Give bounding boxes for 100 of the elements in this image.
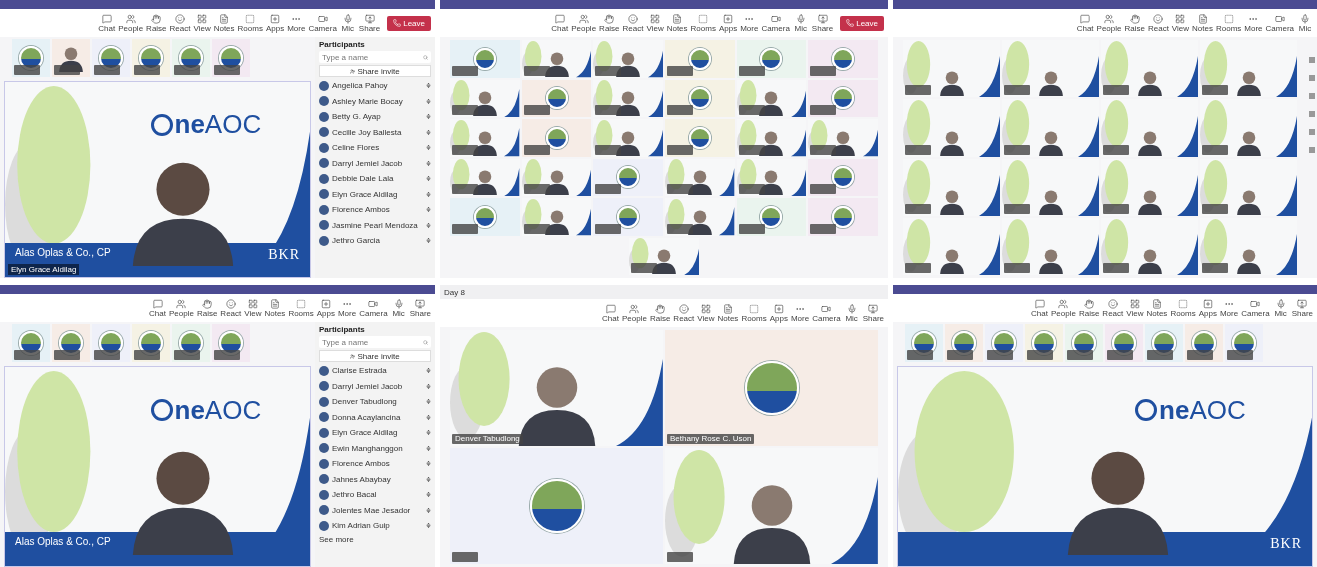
toolbar-button[interactable]: More: [790, 303, 810, 323]
video-tile[interactable]: [1200, 217, 1297, 275]
video-tile[interactable]: [1200, 99, 1297, 157]
toolbar-button[interactable]: Apps: [718, 13, 738, 33]
video-tile[interactable]: [808, 198, 878, 236]
toolbar-button[interactable]: More: [337, 298, 357, 318]
toolbar-button[interactable]: View: [1126, 298, 1144, 318]
participant-name[interactable]: Florence Ambos: [332, 459, 423, 469]
video-tile[interactable]: [736, 198, 807, 236]
video-tile[interactable]: [1002, 99, 1099, 157]
video-tile[interactable]: [1101, 158, 1198, 216]
toolbar-button[interactable]: More: [740, 13, 759, 33]
video-tile[interactable]: [903, 40, 1000, 98]
video-tile[interactable]: [593, 119, 663, 157]
participant-name[interactable]: Betty G. Ayap: [332, 112, 423, 122]
participant-thumbnail[interactable]: [212, 39, 250, 77]
video-tile[interactable]: [665, 198, 735, 236]
participant-name[interactable]: Elyn Grace Aldilag: [332, 428, 423, 438]
video-tile[interactable]: [1101, 99, 1198, 157]
toolbar-button[interactable]: Chat: [602, 303, 619, 323]
video-tile[interactable]: [450, 40, 520, 78]
video-tile[interactable]: [665, 40, 735, 78]
video-tile[interactable]: [450, 198, 520, 236]
toolbar-button[interactable]: Mic: [1297, 13, 1313, 33]
video-tile[interactable]: [808, 40, 878, 78]
video-tile[interactable]: [521, 40, 592, 78]
participant-thumbnail[interactable]: [1065, 324, 1103, 362]
participant-name[interactable]: Jasmine Pearl Mendoza: [332, 220, 423, 230]
toolbar-button[interactable]: Rooms: [690, 13, 716, 33]
toolbar-button[interactable]: People: [118, 13, 144, 33]
toolbar-button[interactable]: React: [220, 298, 242, 318]
toolbar-button[interactable]: Camera: [359, 298, 388, 318]
participant-name[interactable]: Jahnes Abaybay: [332, 474, 423, 484]
video-tile[interactable]: [1002, 217, 1099, 275]
toolbar-button[interactable]: Apps: [316, 298, 335, 318]
video-tile[interactable]: [1200, 40, 1297, 98]
toolbar-button[interactable]: Mic: [390, 298, 407, 318]
toolbar-button[interactable]: Notes: [1146, 298, 1168, 318]
video-tile[interactable]: [665, 448, 878, 564]
toolbar-button[interactable]: Rooms: [1170, 298, 1196, 318]
participant-name[interactable]: Kim Adrian Guip: [332, 521, 423, 531]
search-field[interactable]: Type a name: [319, 336, 431, 348]
toolbar-button[interactable]: Rooms: [741, 303, 767, 323]
participant-name[interactable]: Denver Tabudlong: [332, 397, 423, 407]
toolbar-button[interactable]: Rooms: [237, 13, 263, 33]
video-tile[interactable]: [808, 119, 878, 157]
toolbar-button[interactable]: View: [1171, 13, 1190, 33]
toolbar-button[interactable]: Camera: [308, 13, 337, 33]
participant-name[interactable]: Jethro Garcia: [332, 236, 423, 246]
toolbar-button[interactable]: Raise: [599, 13, 620, 33]
participant-thumbnail[interactable]: [212, 324, 250, 362]
search-field[interactable]: Type a name: [319, 51, 431, 63]
toolbar-button[interactable]: Apps: [1198, 298, 1217, 318]
video-tile[interactable]: [808, 158, 878, 196]
video-tile[interactable]: [450, 448, 663, 564]
toolbar-button[interactable]: Notes: [666, 13, 688, 33]
participant-thumbnail[interactable]: [132, 39, 170, 77]
participant-thumbnail[interactable]: [1185, 324, 1223, 362]
toolbar-button[interactable]: Rooms: [1215, 13, 1242, 33]
participant-name[interactable]: Darryl Jemiel Jacob: [332, 158, 423, 168]
video-tile[interactable]: [808, 79, 878, 117]
toolbar-button[interactable]: Chat: [1031, 298, 1048, 318]
toolbar-button[interactable]: People: [169, 298, 194, 318]
toolbar-button[interactable]: People: [1051, 298, 1076, 318]
toolbar-button[interactable]: Raise: [1078, 298, 1100, 318]
video-tile[interactable]: [1200, 158, 1297, 216]
participant-name[interactable]: Debbie Dale Lala: [332, 174, 423, 184]
toolbar-button[interactable]: Raise: [1124, 13, 1145, 33]
video-tile[interactable]: [903, 158, 1000, 216]
video-tile[interactable]: [521, 198, 592, 236]
participant-thumbnail[interactable]: [985, 324, 1023, 362]
toolbar-button[interactable]: Raise: [196, 298, 218, 318]
participant-thumbnail[interactable]: [945, 324, 983, 362]
video-tile[interactable]: [521, 79, 592, 117]
participant-thumbnail[interactable]: [172, 39, 210, 77]
participant-thumbnail[interactable]: [12, 39, 50, 77]
video-tile[interactable]: [1101, 217, 1198, 275]
participant-name[interactable]: Darryl Jemiel Jacob: [332, 381, 423, 391]
toolbar-button[interactable]: Raise: [146, 13, 167, 33]
participant-name[interactable]: Jolentes Mae Jesador: [332, 505, 423, 515]
participant-name[interactable]: Angelica Pahoy: [332, 81, 423, 91]
toolbar-button[interactable]: Share: [1291, 298, 1313, 318]
video-tile[interactable]: [903, 99, 1000, 157]
toolbar-button[interactable]: Share: [862, 303, 884, 323]
video-tile[interactable]: [903, 217, 1000, 275]
video-tile[interactable]: [521, 158, 592, 196]
video-tile[interactable]: [736, 119, 807, 157]
toolbar-button[interactable]: More: [287, 13, 306, 33]
toolbar-button[interactable]: People: [622, 303, 647, 323]
participant-thumbnail[interactable]: [92, 324, 130, 362]
video-tile[interactable]: [665, 158, 735, 196]
participant-name[interactable]: Ewin Manghanggon: [332, 443, 423, 453]
video-tile[interactable]: [629, 237, 699, 275]
toolbar-button[interactable]: Camera: [1241, 298, 1270, 318]
participant-name[interactable]: Jethro Bacal: [332, 490, 423, 500]
video-tile[interactable]: [593, 158, 663, 196]
toolbar-button[interactable]: View: [193, 13, 211, 33]
toolbar-button[interactable]: Apps: [769, 303, 788, 323]
toolbar-button[interactable]: Mic: [1272, 298, 1289, 318]
video-tile[interactable]: [450, 158, 520, 196]
